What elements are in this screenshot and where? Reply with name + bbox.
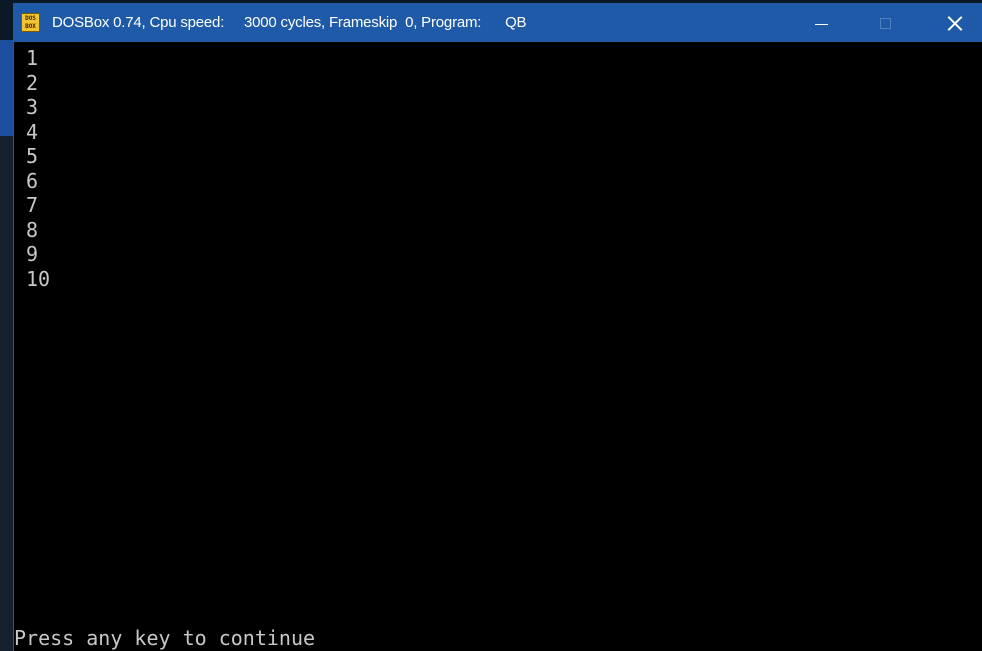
console-line: 7 <box>26 193 39 217</box>
dosbox-icon[interactable]: DOS BOX <box>21 13 40 32</box>
desktop: DOS BOX DOSBox 0.74, Cpu speed: 3000 cyc… <box>0 0 982 651</box>
minimize-icon <box>814 23 828 25</box>
console-output: 1 2 3 4 5 6 7 8 9 10 <box>26 46 50 291</box>
maximize-button[interactable] <box>862 4 908 42</box>
title-bar[interactable]: DOS BOX DOSBox 0.74, Cpu speed: 3000 cyc… <box>14 4 982 42</box>
console-line: 4 <box>26 119 39 144</box>
window-title: DOSBox 0.74, Cpu speed: 3000 cycles, Fra… <box>52 14 527 31</box>
close-icon <box>947 15 963 31</box>
maximize-icon <box>879 17 891 29</box>
console-line: 9 <box>26 242 39 266</box>
console-line: 5 <box>26 144 39 168</box>
dosbox-window[interactable]: DOS BOX DOSBox 0.74, Cpu speed: 3000 cyc… <box>14 4 982 651</box>
console-line: 6 <box>26 168 39 193</box>
close-button[interactable] <box>932 4 978 42</box>
console-area[interactable]: 1 2 3 4 5 6 7 8 9 10 Press any key to co… <box>14 42 982 651</box>
minimize-button[interactable] <box>798 4 844 42</box>
desktop-background-strip <box>0 136 14 651</box>
console-line: 1 <box>26 46 39 70</box>
icon-text-bottom: BOX <box>25 23 36 30</box>
desktop-background-accent <box>0 40 14 136</box>
console-line: 3 <box>26 95 39 119</box>
console-line: 10 <box>26 266 51 291</box>
console-line: 2 <box>26 70 39 95</box>
icon-text-top: DOS <box>25 15 36 22</box>
continue-prompt: Press any key to continue <box>14 626 316 650</box>
console-line: 8 <box>26 217 39 242</box>
